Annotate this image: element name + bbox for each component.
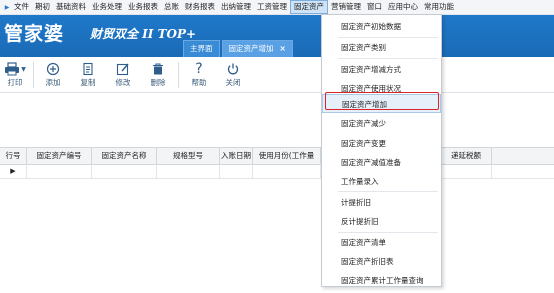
fixed-assets-dropdown: 固定资产初始数据 固定资产类别 固定资产增减方式 固定资产使用状况 固定资产增加… — [321, 14, 442, 287]
menu-item-category[interactable]: 固定资产类别 — [322, 38, 441, 57]
edit-button[interactable]: 修改 — [108, 60, 138, 88]
delete-button[interactable]: 删除 — [143, 60, 173, 88]
toolbar: ▼ 打印 添加 复制 修改 删除 ? 帮助 关闭 — [0, 58, 554, 93]
printer-icon: ▼ — [0, 60, 30, 78]
cell-entry-date[interactable] — [220, 164, 253, 178]
print-label: 打印 — [7, 78, 23, 87]
toolbar-separator — [178, 62, 179, 88]
help-button[interactable]: ? 帮助 — [184, 60, 214, 88]
grid-header: 行号 固定资产编号 固定资产名称 规格型号 入账日期 使用月份(工作量 递延税额 — [0, 147, 554, 165]
copy-label: 复制 — [80, 78, 96, 87]
menu-item-reverse-depreciation[interactable]: 反计提折旧 — [322, 212, 441, 231]
add-icon — [38, 60, 68, 78]
edit-icon — [108, 60, 138, 78]
col-asset-name[interactable]: 固定资产名称 — [92, 148, 157, 164]
edit-label: 修改 — [115, 78, 131, 87]
menu-business-report[interactable]: 业务报表 — [125, 0, 161, 14]
tab-close-icon[interactable]: × — [280, 44, 286, 53]
table-row[interactable]: ▶ — [0, 164, 554, 179]
menu-cashier[interactable]: 出纳管理 — [218, 0, 254, 14]
add-label: 添加 — [45, 78, 61, 87]
menu-item-asset-reduce[interactable]: 固定资产减少 — [322, 114, 441, 133]
menu-item-workload-entry[interactable]: 工作量录入 — [322, 172, 441, 191]
tab-strip: 主界面 固定资产增加 × — [183, 40, 295, 57]
col-spec[interactable]: 规格型号 — [157, 148, 220, 164]
app-banner: 管家婆 财贸双全 II TOP+ 主界面 固定资产增加 × — [0, 15, 554, 57]
menu-basic-data[interactable]: 基础资料 — [53, 0, 89, 14]
menu-business[interactable]: 业务处理 — [89, 0, 125, 14]
menu-window[interactable]: 窗口 — [364, 0, 385, 14]
close-button[interactable]: 关闭 — [218, 60, 248, 88]
menu-item-asset-change[interactable]: 固定资产变更 — [322, 134, 441, 153]
menu-ledger[interactable]: 总账 — [161, 0, 182, 14]
add-button[interactable]: 添加 — [38, 60, 68, 88]
menu-item-impairment[interactable]: 固定资产减值准备 — [322, 153, 441, 172]
logo-main: 管家婆 — [4, 23, 65, 45]
trash-icon — [143, 60, 173, 78]
tab-main-label: 主界面 — [190, 44, 213, 53]
menu-separator — [338, 58, 438, 59]
tab-main[interactable]: 主界面 — [183, 40, 220, 57]
tab-fixed-asset-add[interactable]: 固定资产增加 × — [221, 40, 293, 57]
tab-fixed-asset-add-label: 固定资产增加 — [228, 44, 274, 53]
menu-item-asset-add[interactable]: 固定资产增加 — [322, 94, 441, 113]
menu-file[interactable]: 文件 — [11, 0, 32, 14]
logo-sub: 财贸双全 II TOP+ — [90, 27, 197, 41]
print-button[interactable]: ▼ 打印 — [0, 60, 30, 88]
copy-icon — [73, 60, 103, 78]
cell-asset-code[interactable] — [27, 164, 92, 178]
menu-marketing[interactable]: 营销管理 — [328, 0, 364, 14]
power-icon — [218, 60, 248, 78]
menu-common[interactable]: 常用功能 — [421, 0, 457, 14]
menu-item-change-method[interactable]: 固定资产增减方式 — [322, 60, 441, 79]
data-grid: 行号 固定资产编号 固定资产名称 规格型号 入账日期 使用月份(工作量 递延税额… — [0, 147, 554, 293]
close-label: 关闭 — [225, 78, 241, 87]
col-row-no[interactable]: 行号 — [0, 148, 27, 164]
cell-usage-month[interactable] — [253, 164, 321, 178]
cell-spec[interactable] — [157, 164, 220, 178]
menu-finance-report[interactable]: 财务报表 — [182, 0, 218, 14]
col-asset-code[interactable]: 固定资产编号 — [27, 148, 92, 164]
help-label: 帮助 — [191, 78, 207, 87]
cell-asset-name[interactable] — [92, 164, 157, 178]
copy-button[interactable]: 复制 — [73, 60, 103, 88]
menu-item-depreciation[interactable]: 计提折旧 — [322, 193, 441, 212]
menu-payroll[interactable]: 工资管理 — [254, 0, 290, 14]
menu-item-initial-data[interactable]: 固定资产初始数据 — [322, 17, 441, 36]
col-usage-month[interactable]: 使用月份(工作量 — [253, 148, 321, 164]
menu-bar: ▶ 文件 期初 基础资料 业务处理 业务报表 总账 财务报表 出纳管理 工资管理… — [0, 0, 554, 15]
toolbar-separator — [33, 62, 34, 88]
row-marker-icon: ▶ — [0, 164, 27, 178]
menu-arrow-icon[interactable]: ▶ — [3, 0, 11, 14]
menu-item-asset-list[interactable]: 固定资产清单 — [322, 233, 441, 252]
question-icon: ? — [195, 61, 203, 77]
col-deferred-tax[interactable]: 递延税额 — [441, 148, 492, 164]
dropdown-caret-icon[interactable]: ▼ — [21, 66, 26, 73]
menu-opening[interactable]: 期初 — [32, 0, 53, 14]
menu-item-cumulative-workload[interactable]: 固定资产累计工作量查询 — [322, 271, 441, 290]
menu-item-depreciation-table[interactable]: 固定资产折旧表 — [322, 252, 441, 271]
menu-app-center[interactable]: 应用中心 — [385, 0, 421, 14]
col-entry-date[interactable]: 入账日期 — [220, 148, 253, 164]
delete-label: 删除 — [150, 78, 166, 87]
menu-fixed-assets[interactable]: 固定资产 — [290, 0, 328, 14]
menu-separator — [338, 191, 438, 192]
cell-deferred-tax[interactable] — [441, 164, 492, 178]
